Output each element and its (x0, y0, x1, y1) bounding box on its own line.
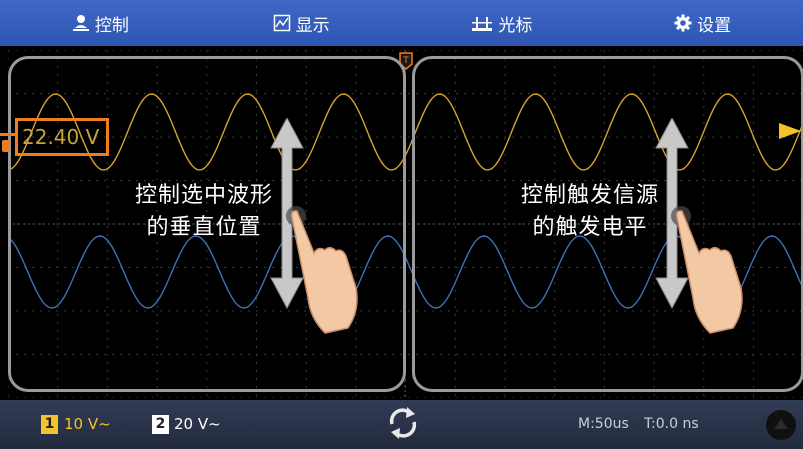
menu-display-label: 显示 (295, 15, 330, 36)
left-drag-gesture (270, 118, 358, 334)
trigger-marker-label: T (402, 56, 409, 66)
gear-icon (674, 14, 692, 32)
readout-leader-line (0, 133, 15, 136)
ch2-badge[interactable]: 2 (152, 415, 169, 434)
menu-control-button[interactable]: 控制 (0, 11, 201, 36)
readout-pointer (2, 140, 10, 152)
vertical-position-readout: 22.40 V (15, 118, 109, 156)
ch1-badge[interactable]: 1 (41, 415, 58, 434)
menu-control-label: 控制 (94, 15, 129, 36)
cursor-icon (472, 17, 493, 31)
trigger-position-readout[interactable]: T:0.0 ns (644, 416, 699, 432)
ch2-scale[interactable]: 20 V~ (174, 414, 221, 434)
top-menu-bar: 控制 显示 光标 设置 (0, 0, 803, 46)
triangle-icon (774, 419, 788, 429)
right-drag-gesture (655, 118, 743, 334)
menu-settings-label: 设置 (697, 15, 732, 36)
timebase-readout[interactable]: M:50us (578, 416, 629, 432)
menu-settings-button[interactable]: 设置 (602, 11, 803, 36)
menu-cursor-label: 光标 (498, 15, 533, 36)
refresh-icon[interactable] (387, 405, 419, 441)
ch1-scale[interactable]: 10 V~ (64, 414, 111, 434)
run-stop-button[interactable] (766, 410, 796, 440)
pointing-hand-icon (286, 206, 358, 334)
user-icon (72, 15, 89, 31)
chart-icon (273, 14, 290, 32)
menu-display-button[interactable]: 显示 (201, 11, 402, 36)
menu-cursor-button[interactable]: 光标 (402, 11, 603, 36)
pointing-hand-icon (671, 206, 743, 334)
